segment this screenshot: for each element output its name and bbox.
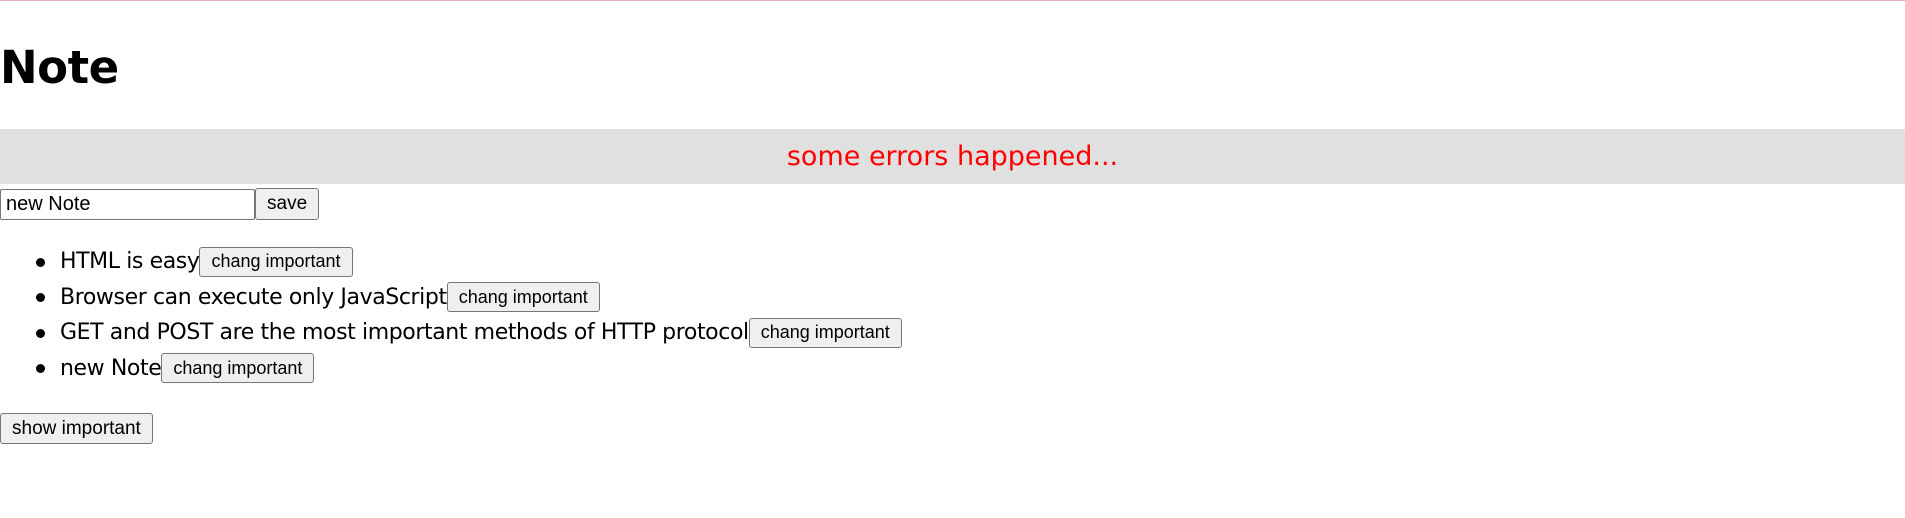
note-item: new Note chang important: [36, 351, 902, 387]
show-important-button[interactable]: show important: [0, 413, 153, 444]
change-important-button[interactable]: chang important: [199, 246, 353, 277]
note-text: GET and POST are the most important meth…: [60, 320, 749, 346]
note-text: new Note: [60, 355, 162, 381]
bullet-icon: [36, 257, 45, 267]
note-text: Browser can execute only JavaScript: [60, 284, 447, 310]
change-important-button[interactable]: chang important: [161, 353, 315, 384]
note-text: HTML is easy: [60, 249, 200, 275]
bullet-icon: [36, 364, 45, 374]
bullet-icon: [36, 293, 45, 303]
note-item: HTML is easy chang important: [36, 244, 902, 280]
note-input[interactable]: [0, 188, 255, 220]
error-message: some errors happened...: [786, 141, 1119, 172]
new-note-form: save: [0, 188, 320, 220]
page-title: Note: [0, 41, 119, 94]
note-item: GET and POST are the most important meth…: [36, 315, 902, 351]
top-border-line: [0, 0, 1905, 1]
notes-list: HTML is easy chang important Browser can…: [0, 244, 902, 386]
change-important-button[interactable]: chang important: [446, 282, 600, 313]
save-button[interactable]: save: [255, 188, 320, 220]
error-notification: some errors happened...: [0, 129, 1905, 184]
note-item: Browser can execute only JavaScript chan…: [36, 280, 902, 316]
change-important-button[interactable]: chang important: [748, 317, 902, 348]
bullet-icon: [36, 328, 45, 338]
